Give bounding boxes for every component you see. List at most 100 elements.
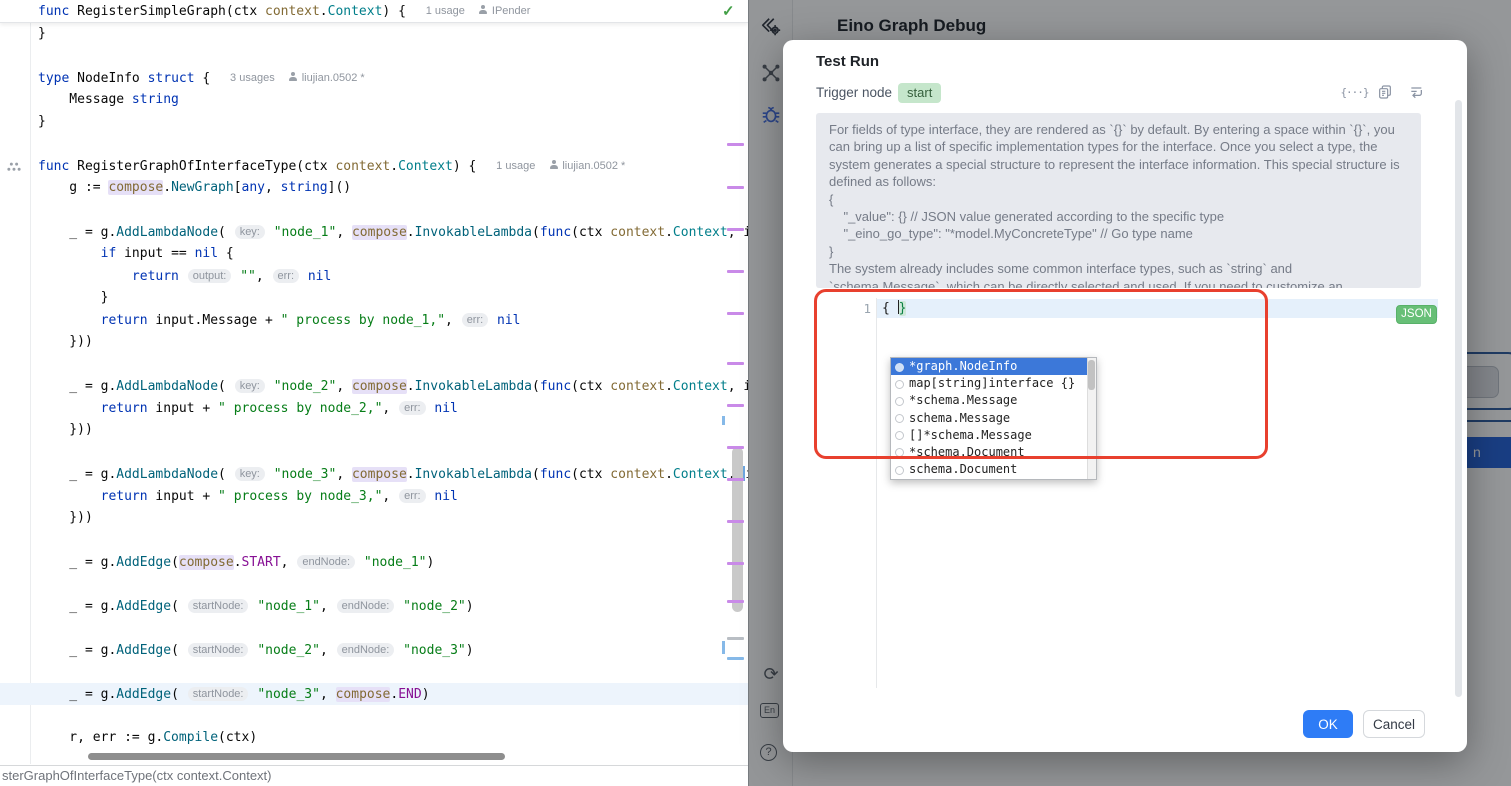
autocomplete-item[interactable]: []*schema.Message <box>891 427 1096 444</box>
code-line[interactable] <box>0 45 748 67</box>
code-line[interactable]: _ = g.AddLambdaNode( key: "node_2", comp… <box>0 375 748 397</box>
code-token: . <box>407 379 415 394</box>
code-line[interactable]: return output: "", err: nil <box>0 265 748 287</box>
ok-button[interactable]: OK <box>1303 710 1353 738</box>
import-icon[interactable] <box>1408 84 1425 101</box>
code-line[interactable]: type NodeInfo struct { 3 usagesliujian.0… <box>0 67 748 89</box>
code-token: nil <box>434 401 457 416</box>
code-line[interactable] <box>0 573 748 595</box>
code-token: , <box>382 401 398 416</box>
code-line[interactable]: _ = g.AddLambdaNode( key: "node_1", comp… <box>0 221 748 243</box>
code-token: func <box>38 4 77 19</box>
autocomplete-scrollbar-thumb[interactable] <box>1088 360 1095 390</box>
code-line[interactable] <box>0 529 748 551</box>
code-line[interactable]: g := compose.NewGraph[any, string]() <box>0 177 748 199</box>
code-token: string <box>132 92 179 107</box>
parameter-hint-chip: err: <box>399 401 426 415</box>
autocomplete-item[interactable]: schema.Document <box>891 461 1096 478</box>
code-line[interactable]: _ = g.AddEdge(compose.START, endNode: "n… <box>0 551 748 573</box>
code-line[interactable] <box>0 441 748 463</box>
code-token: AddEdge <box>116 643 171 658</box>
code-token: . <box>665 225 673 240</box>
code-token: ) <box>466 643 474 658</box>
code-line[interactable]: } <box>0 111 748 133</box>
code-token: Message <box>38 92 132 107</box>
author-icon <box>479 5 488 14</box>
code-line[interactable]: _ = g.AddEdge( startNode: "node_1", endN… <box>0 595 748 617</box>
code-token: compose <box>352 379 407 394</box>
parameter-hint-chip: endNode: <box>337 643 395 657</box>
autocomplete-scrollbar[interactable] <box>1087 358 1096 479</box>
code-line[interactable] <box>0 353 748 375</box>
autocomplete-item[interactable]: *schema.Document <box>891 444 1096 461</box>
code-line[interactable]: } <box>0 23 748 45</box>
code-token: })) <box>38 334 93 349</box>
format-json-icon[interactable]: {···} <box>1346 84 1363 101</box>
code-editor[interactable]: func RegisterSimpleGraph(ctx context.Con… <box>0 0 748 786</box>
code-token: } <box>38 114 46 129</box>
code-token: AddEdge <box>116 599 171 614</box>
sticky-code-line[interactable]: func RegisterSimpleGraph(ctx context.Con… <box>0 0 748 23</box>
trigger-node-badge[interactable]: start <box>898 83 941 103</box>
code-line[interactable]: })) <box>0 419 748 441</box>
code-token: (ctx <box>571 467 610 482</box>
code-line[interactable] <box>0 133 748 155</box>
inspection-ok-icon[interactable]: ✓ <box>722 2 735 20</box>
breadcrumb[interactable]: sterGraphOfInterfaceType(ctx context.Con… <box>0 765 748 786</box>
code-token: . <box>665 379 673 394</box>
code-line[interactable]: })) <box>0 331 748 353</box>
code-line[interactable]: return input.Message + " process by node… <box>0 309 748 331</box>
vcs-change-marker <box>727 600 744 603</box>
horizontal-scrollbar[interactable] <box>88 753 505 760</box>
code-token: AddLambdaNode <box>116 467 218 482</box>
copy-icon[interactable] <box>1377 84 1394 101</box>
author-icon <box>549 160 558 169</box>
code-line[interactable] <box>0 661 748 683</box>
autocomplete-item[interactable]: schema.Message <box>891 410 1096 427</box>
code-line[interactable]: _ = g.AddLambdaNode( key: "node_3", comp… <box>0 463 748 485</box>
code-line[interactable]: Message string <box>0 89 748 111</box>
code-token <box>38 489 101 504</box>
code-token: "node_3" <box>257 687 320 702</box>
cancel-button[interactable]: Cancel <box>1363 710 1425 738</box>
code-token: compose <box>352 467 407 482</box>
code-token: compose <box>352 225 407 240</box>
code-token: ( <box>171 555 179 570</box>
code-token: context <box>610 379 665 394</box>
code-token: } <box>38 290 108 305</box>
json-input-editor[interactable]: 1 { } JSON *graph.NodeInfomap[string]int… <box>816 298 1438 688</box>
code-line[interactable]: })) <box>0 507 748 529</box>
code-line[interactable]: if input == nil { <box>0 243 748 265</box>
autocomplete-dropdown: *graph.NodeInfomap[string]interface {}*s… <box>890 357 1097 480</box>
vertical-scrollbar[interactable] <box>732 447 743 612</box>
code-line[interactable]: return input + " process by node_3,", er… <box>0 485 748 507</box>
code-line[interactable]: } <box>0 287 748 309</box>
code-token: , <box>336 225 352 240</box>
code-token: ( <box>218 225 234 240</box>
modal-scrollbar[interactable] <box>1455 100 1462 697</box>
code-line[interactable]: _ = g.AddEdge( startNode: "node_3", comp… <box>0 683 748 705</box>
json-code-line[interactable]: { } <box>882 300 906 316</box>
graph-gutter-icon[interactable] <box>6 159 22 173</box>
code-token: [ <box>234 180 242 195</box>
code-line[interactable] <box>0 617 748 639</box>
code-token: AddEdge <box>116 555 171 570</box>
code-line[interactable] <box>0 705 748 727</box>
screen: func RegisterSimpleGraph(ctx context.Con… <box>0 0 1511 786</box>
vcs-change-marker <box>727 562 744 565</box>
code-line[interactable]: return input + " process by node_2,", er… <box>0 397 748 419</box>
code-line[interactable]: func RegisterGraphOfInterfaceType(ctx co… <box>0 155 748 177</box>
code-line[interactable] <box>0 199 748 221</box>
code-token: "" <box>240 269 256 284</box>
code-token: Context <box>398 159 453 174</box>
code-token: func <box>540 225 571 240</box>
code-token: , <box>336 467 352 482</box>
code-token: , <box>281 555 297 570</box>
autocomplete-item[interactable]: map[string]interface {} <box>891 375 1096 392</box>
code-token: context <box>610 225 665 240</box>
code-line[interactable]: r, err := g.Compile(ctx) <box>0 727 748 749</box>
autocomplete-item[interactable]: *graph.NodeInfo <box>891 358 1096 375</box>
code-line[interactable]: _ = g.AddEdge( startNode: "node_2", endN… <box>0 639 748 661</box>
code-token: ( <box>532 225 540 240</box>
autocomplete-item[interactable]: *schema.Message <box>891 392 1096 409</box>
